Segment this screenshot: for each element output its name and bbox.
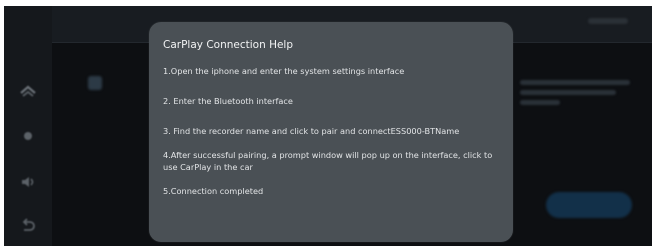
step-1: 1.Open the iphone and enter the system s… [163, 66, 405, 76]
step-5: 5.Connection completed [163, 186, 264, 196]
volume-icon[interactable] [18, 172, 38, 192]
background-button [546, 192, 632, 218]
left-sidebar [4, 6, 52, 246]
home-icon[interactable] [18, 82, 38, 102]
background-text-line [520, 80, 630, 85]
background-text-line [520, 90, 616, 95]
background-status-text [588, 18, 628, 24]
head-unit-screen: CarPlay Connection Help 1.Open the iphon… [4, 6, 652, 246]
step-2: 2. Enter the Bluetooth interface [163, 96, 293, 106]
navigation-icon[interactable] [18, 126, 38, 146]
step-4: 4.After successful pairing, a prompt win… [163, 150, 493, 172]
background-app-icon [88, 76, 102, 90]
back-icon[interactable] [18, 216, 38, 236]
carplay-help-dialog: CarPlay Connection Help 1.Open the iphon… [149, 22, 513, 242]
background-text-line [520, 100, 560, 105]
dialog-title: CarPlay Connection Help [163, 39, 294, 51]
step-3: 3. Find the recorder name and click to p… [163, 126, 460, 136]
